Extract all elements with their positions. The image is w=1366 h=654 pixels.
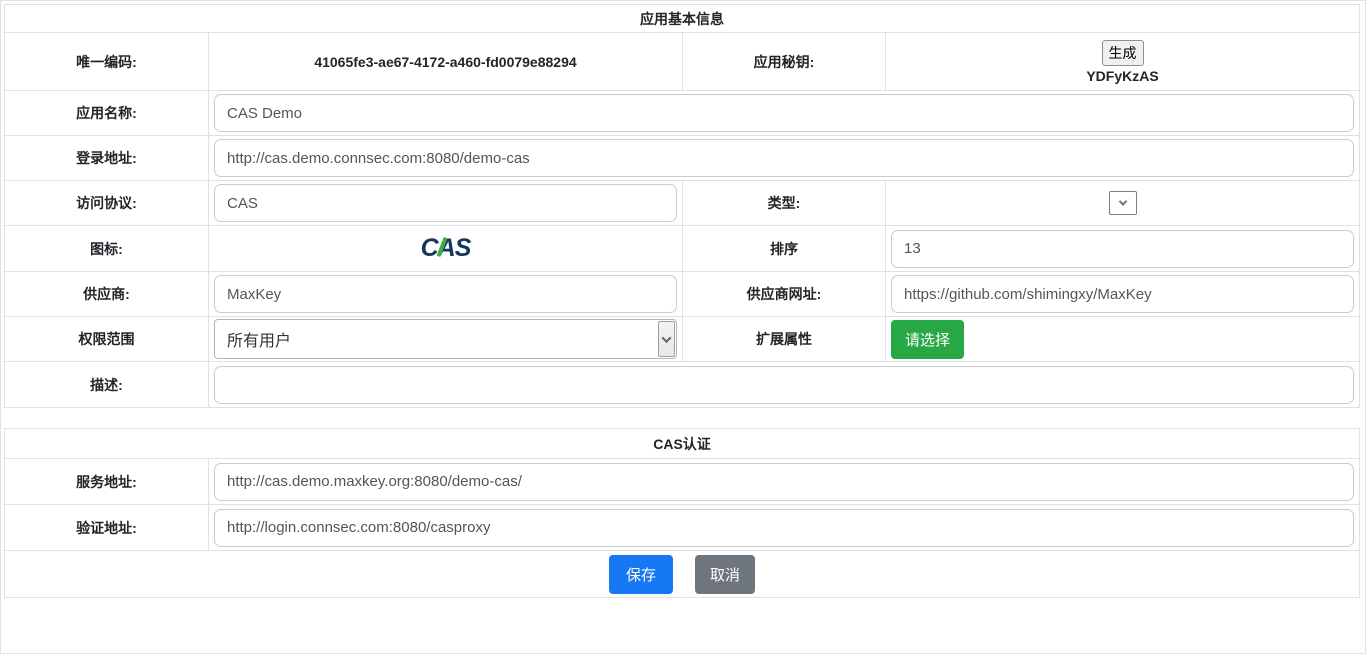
login-url-cell bbox=[209, 136, 1359, 180]
row-service-url: 服务地址: bbox=[5, 458, 1359, 504]
save-button[interactable]: 保存 bbox=[609, 555, 673, 594]
unique-code-label: 唯一编码: bbox=[5, 33, 209, 90]
protocol-cell bbox=[209, 181, 683, 225]
ext-attr-select-button[interactable]: 请选择 bbox=[891, 320, 964, 359]
row-unique-code: 唯一编码: 41065fe3-ae67-4172-a460-fd0079e882… bbox=[5, 32, 1359, 90]
validate-url-input[interactable] bbox=[214, 509, 1354, 547]
service-url-label: 服务地址: bbox=[5, 459, 209, 504]
sort-label: 排序 bbox=[683, 226, 886, 271]
validate-url-label: 验证地址: bbox=[5, 505, 209, 550]
cas-auth-panel: CAS认证 服务地址: 验证地址: 保存 取消 bbox=[4, 428, 1360, 598]
app-secret-value: YDFyKzAS bbox=[1086, 68, 1158, 84]
cancel-button[interactable]: 取消 bbox=[695, 555, 755, 594]
app-name-label: 应用名称: bbox=[5, 91, 209, 135]
ext-attr-cell: 请选择 bbox=[886, 317, 1359, 361]
row-description: 描述: bbox=[5, 361, 1359, 407]
vendor-cell bbox=[209, 272, 683, 316]
ext-attr-label: 扩展属性 bbox=[683, 317, 886, 361]
unique-code-value: 41065fe3-ae67-4172-a460-fd0079e88294 bbox=[209, 54, 682, 70]
app-config-page: 应用基本信息 唯一编码: 41065fe3-ae67-4172-a460-fd0… bbox=[0, 0, 1366, 654]
scope-label: 权限范围 bbox=[5, 317, 209, 361]
row-vendor: 供应商: 供应商网址: bbox=[5, 271, 1359, 316]
vendor-url-input[interactable] bbox=[891, 275, 1354, 313]
description-cell bbox=[209, 362, 1359, 407]
type-label: 类型: bbox=[683, 181, 886, 225]
scope-select[interactable]: 所有用户 bbox=[214, 319, 677, 359]
validate-url-cell bbox=[209, 505, 1359, 550]
cas-auth-title: CAS认证 bbox=[5, 429, 1359, 458]
vendor-input[interactable] bbox=[214, 275, 677, 313]
sort-input[interactable] bbox=[891, 230, 1354, 268]
protocol-input[interactable] bbox=[214, 184, 677, 222]
vendor-url-cell bbox=[886, 272, 1359, 316]
scope-select-arrow[interactable] bbox=[658, 321, 675, 357]
app-name-cell bbox=[209, 91, 1359, 135]
sort-cell bbox=[886, 226, 1359, 271]
app-secret-label: 应用秘钥: bbox=[683, 33, 886, 90]
type-select[interactable] bbox=[1109, 191, 1137, 215]
scope-cell: 所有用户 bbox=[209, 317, 683, 361]
login-url-label: 登录地址: bbox=[5, 136, 209, 180]
app-secret-cell: 生成 YDFyKzAS bbox=[886, 33, 1359, 90]
type-cell bbox=[886, 181, 1359, 225]
login-url-input[interactable] bbox=[214, 139, 1354, 177]
chevron-down-icon bbox=[662, 333, 672, 343]
cas-logo: CAS bbox=[421, 236, 471, 261]
row-app-name: 应用名称: bbox=[5, 90, 1359, 135]
action-button-bar: 保存 取消 bbox=[5, 551, 1359, 597]
description-label: 描述: bbox=[5, 362, 209, 407]
row-icon-sort: 图标: CAS 排序 bbox=[5, 225, 1359, 271]
service-url-input[interactable] bbox=[214, 463, 1354, 501]
service-url-cell bbox=[209, 459, 1359, 504]
scope-select-value: 所有用户 bbox=[215, 320, 657, 358]
app-name-input[interactable] bbox=[214, 94, 1354, 132]
unique-code-cell: 41065fe3-ae67-4172-a460-fd0079e88294 bbox=[209, 33, 683, 90]
chevron-down-icon bbox=[1118, 197, 1126, 205]
row-scope-ext: 权限范围 所有用户 扩展属性 请选择 bbox=[5, 316, 1359, 361]
row-protocol-type: 访问协议: 类型: bbox=[5, 180, 1359, 225]
icon-cell: CAS bbox=[209, 226, 683, 271]
row-actions: 保存 取消 bbox=[5, 550, 1359, 597]
basic-info-panel: 应用基本信息 唯一编码: 41065fe3-ae67-4172-a460-fd0… bbox=[4, 4, 1360, 408]
icon-label: 图标: bbox=[5, 226, 209, 271]
row-login-url: 登录地址: bbox=[5, 135, 1359, 180]
protocol-label: 访问协议: bbox=[5, 181, 209, 225]
row-validate-url: 验证地址: bbox=[5, 504, 1359, 550]
basic-info-title: 应用基本信息 bbox=[5, 5, 1359, 32]
generate-secret-button[interactable]: 生成 bbox=[1102, 40, 1144, 66]
vendor-url-label: 供应商网址: bbox=[683, 272, 886, 316]
description-input[interactable] bbox=[214, 366, 1354, 404]
vendor-label: 供应商: bbox=[5, 272, 209, 316]
